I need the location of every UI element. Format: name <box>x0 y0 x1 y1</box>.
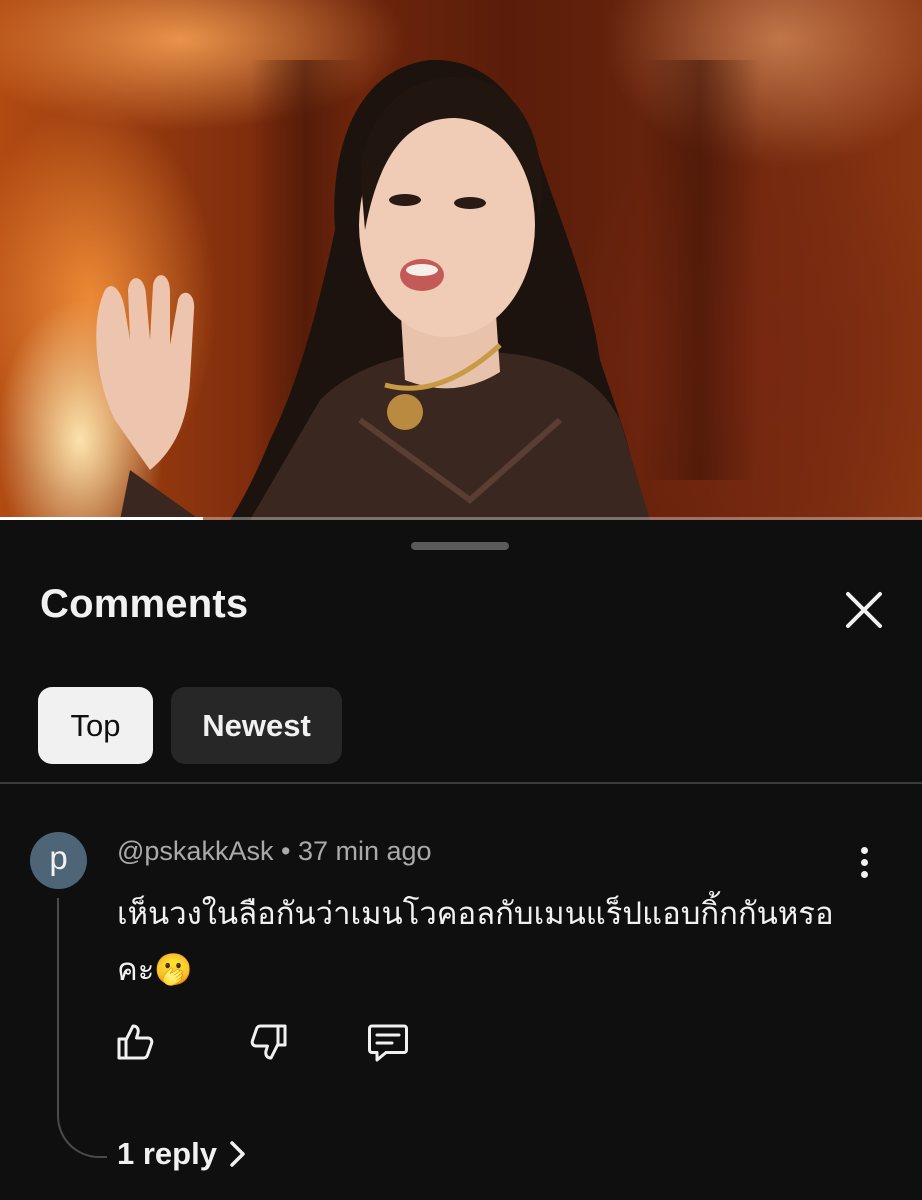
thread-line <box>57 898 107 1158</box>
comment-author[interactable]: @pskakkAsk <box>117 836 273 866</box>
more-vert-icon <box>860 870 868 878</box>
dislike-button[interactable] <box>247 1020 291 1064</box>
video-frame-singer <box>96 59 650 520</box>
chevron-right-icon <box>230 1141 245 1167</box>
comment-text: เห็นวงในลือกันว่าเมนโวคอลกับเมนแร็ปแอบกิ… <box>117 896 834 987</box>
divider <box>0 782 922 784</box>
chip-top[interactable]: Top <box>38 687 153 764</box>
thumbs-down-icon <box>250 1024 287 1060</box>
youtube-comments-screen: Comments Top Newest p @pskakkAsk • 37 mi… <box>0 0 922 1200</box>
comment-time: 37 min ago <box>297 836 432 866</box>
more-vert-icon <box>860 858 868 866</box>
meta-separator: • <box>280 836 291 866</box>
close-button[interactable] <box>830 578 898 642</box>
panel-title: Comments <box>40 582 249 626</box>
drag-handle[interactable] <box>411 542 509 550</box>
more-options-button[interactable] <box>846 842 882 882</box>
thumbs-up-icon <box>117 1024 154 1060</box>
replies-count-label: 1 reply <box>117 1136 217 1171</box>
view-replies-button[interactable]: 1 reply <box>117 1136 247 1172</box>
avatar[interactable]: p <box>30 832 87 889</box>
comments-panel: Comments Top Newest p @pskakkAsk • 37 mi… <box>0 520 922 1200</box>
more-vert-icon <box>860 846 868 854</box>
like-button[interactable] <box>113 1020 157 1064</box>
comment-meta: @pskakkAsk • 37 min ago <box>117 836 432 867</box>
reply-button[interactable] <box>366 1020 410 1064</box>
comment-bubble-icon <box>368 1024 408 1062</box>
comment-sort-chips: Top Newest <box>38 687 342 764</box>
video-player[interactable] <box>0 0 922 520</box>
close-icon <box>846 592 882 628</box>
chip-newest[interactable]: Newest <box>171 687 342 764</box>
